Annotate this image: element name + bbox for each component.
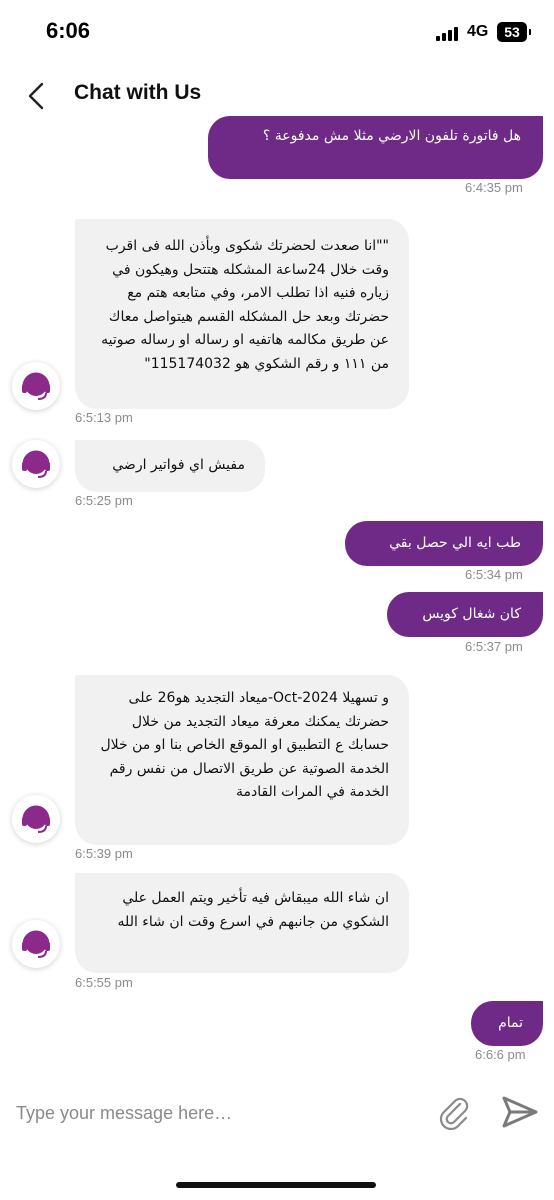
message-timestamp: 6:5:55 pm xyxy=(75,975,133,990)
message-bubble: تمام xyxy=(471,1001,543,1046)
page-title: Chat with Us xyxy=(74,81,202,104)
status-time: 6:06 xyxy=(46,18,91,43)
message-bubble: ان شاء الله ميبقاش فيه تأخير ويتم العمل … xyxy=(75,873,409,973)
agent-avatar xyxy=(12,362,60,410)
message-timestamp: 6:5:37 pm xyxy=(465,639,523,654)
battery-icon: 53 xyxy=(497,22,531,42)
message-bubble: و تسهيلا Oct-2024-ميعاد التجديد هو26 على… xyxy=(75,675,409,845)
message-input[interactable] xyxy=(14,1090,418,1136)
message-timestamp: 6:5:39 pm xyxy=(75,846,133,861)
message-text: كان شغال كويس xyxy=(422,606,521,622)
message-bubble: هل فاتورة تلفون الارضي مثلا مش مدفوعة ؟ xyxy=(208,116,543,179)
agent-avatar xyxy=(12,920,60,968)
headset-agent-icon xyxy=(22,930,50,958)
agent-avatar xyxy=(12,795,60,843)
back-button[interactable] xyxy=(20,78,56,114)
headset-agent-icon xyxy=(22,805,50,833)
message-text: هل فاتورة تلفون الارضي مثلا مش مدفوعة ؟ xyxy=(262,128,521,144)
message-timestamp: 6:5:25 pm xyxy=(75,493,133,508)
message-text: ""انا صعدت لحضرتك شكوى وبأذن الله فى اقر… xyxy=(101,238,389,372)
message-text: طب ايه الي حصل بقي xyxy=(389,535,521,551)
signal-icon xyxy=(436,27,462,41)
message-timestamp: 6:5:34 pm xyxy=(465,567,523,582)
headset-agent-icon xyxy=(22,372,50,400)
home-indicator xyxy=(176,1182,376,1188)
headset-agent-icon xyxy=(22,450,50,478)
message-text: ان شاء الله ميبقاش فيه تأخير ويتم العمل … xyxy=(117,890,389,930)
message-bubble: مفيش اي فواتير ارضي xyxy=(75,440,265,492)
chevron-left-icon xyxy=(28,82,44,110)
message-text: و تسهيلا Oct-2024-ميعاد التجديد هو26 على… xyxy=(100,690,389,800)
paperclip-icon xyxy=(439,1097,469,1131)
message-text: مفيش اي فواتير ارضي xyxy=(112,457,245,473)
message-timestamp: 6:4:35 pm xyxy=(465,180,523,195)
message-bubble: ""انا صعدت لحضرتك شكوى وبأذن الله فى اقر… xyxy=(75,219,409,409)
send-icon xyxy=(502,1096,538,1128)
message-composer xyxy=(0,1080,554,1150)
message-bubble: كان شغال كويس xyxy=(387,592,543,637)
network-type: 4G xyxy=(467,23,489,40)
message-text: تمام xyxy=(498,1015,523,1031)
message-timestamp: 6:6:6 pm xyxy=(475,1047,526,1062)
attach-button[interactable] xyxy=(436,1094,470,1131)
agent-avatar xyxy=(12,440,60,488)
status-bar: 6:06 4G 53 xyxy=(0,0,554,66)
send-button[interactable] xyxy=(500,1094,540,1130)
message-bubble: طب ايه الي حصل بقي xyxy=(345,521,543,566)
message-timestamp: 6:5:13 pm xyxy=(75,410,133,425)
